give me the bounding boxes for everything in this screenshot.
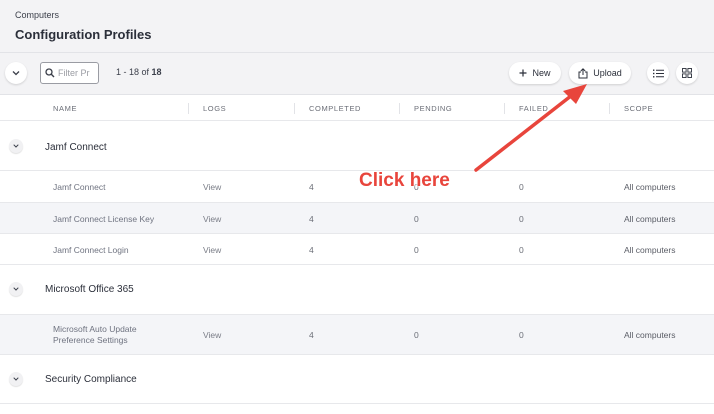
column-divider[interactable] (504, 103, 505, 114)
new-button-label: New (532, 68, 551, 78)
upload-button[interactable]: Upload (569, 62, 631, 84)
result-count: 1 - 18 of 18 (116, 67, 162, 77)
column-header-name[interactable]: NAME (53, 104, 77, 113)
completed-count[interactable]: 4 (309, 245, 314, 255)
view-logs-link[interactable]: View (203, 214, 221, 224)
completed-count[interactable]: 4 (309, 182, 314, 192)
failed-count[interactable]: 0 (519, 245, 524, 255)
toolbar: 1 - 18 of 18 New Upload (0, 53, 714, 95)
upload-button-label: Upload (593, 68, 622, 78)
chevron-down-icon (13, 377, 19, 381)
column-divider[interactable] (399, 103, 400, 114)
column-header-completed[interactable]: COMPLETED (309, 104, 361, 113)
view-logs-link[interactable]: View (203, 182, 221, 192)
group-name: Microsoft Office 365 (45, 284, 134, 295)
scope-value: All computers (624, 182, 676, 192)
count-range: 1 - 18 of (116, 67, 150, 77)
new-button[interactable]: New (509, 62, 561, 84)
group-collapse-toggle[interactable] (9, 372, 23, 386)
column-header-pending[interactable]: PENDING (414, 104, 452, 113)
view-logs-link[interactable]: View (203, 330, 221, 340)
list-view-button[interactable] (647, 62, 669, 84)
column-divider[interactable] (294, 103, 295, 114)
upload-icon (578, 67, 588, 78)
pending-count[interactable]: 0 (414, 214, 419, 224)
grid-icon (682, 68, 692, 78)
profile-name-line: Microsoft Auto Update (53, 324, 137, 334)
annotation-label: Click here (359, 170, 450, 191)
search-icon (45, 68, 55, 78)
group-row-microsoft-office-365: Microsoft Office 365 (0, 265, 714, 315)
failed-count[interactable]: 0 (519, 214, 524, 224)
group-collapse-toggle[interactable] (9, 282, 23, 296)
list-icon (652, 69, 664, 77)
column-header-logs[interactable]: LOGS (203, 104, 226, 113)
column-headers: NAME LOGS COMPLETED PENDING FAILED SCOPE (0, 95, 714, 121)
profiles-table: NAME LOGS COMPLETED PENDING FAILED SCOPE… (0, 95, 714, 414)
table-row[interactable]: Jamf Connect License Key View 4 0 0 All … (0, 203, 714, 234)
failed-count[interactable]: 0 (519, 330, 524, 340)
profile-name-link[interactable]: Microsoft Auto Update Preference Setting… (53, 324, 137, 346)
view-logs-link[interactable]: View (203, 245, 221, 255)
breadcrumb[interactable]: Computers (15, 10, 59, 20)
filter-input[interactable] (58, 68, 98, 78)
group-name: Jamf Connect (45, 142, 107, 153)
scope-value: All computers (624, 245, 676, 255)
column-header-failed[interactable]: FAILED (519, 104, 548, 113)
collapse-all-button[interactable] (5, 62, 27, 84)
column-divider[interactable] (609, 103, 610, 114)
completed-count[interactable]: 4 (309, 214, 314, 224)
group-row-security-compliance: Security Compliance (0, 355, 714, 404)
page-title: Configuration Profiles (15, 27, 152, 42)
column-divider[interactable] (188, 103, 189, 114)
profile-name-link[interactable]: Jamf Connect License Key (53, 214, 154, 224)
profile-name-line: Preference Settings (53, 335, 128, 345)
count-total: 18 (151, 67, 162, 77)
page-header: Computers Configuration Profiles (0, 0, 714, 53)
chevron-down-icon (13, 287, 19, 291)
filter-box[interactable] (40, 62, 99, 84)
completed-count[interactable]: 4 (309, 330, 314, 340)
scope-value: All computers (624, 214, 676, 224)
pending-count[interactable]: 0 (414, 330, 419, 340)
chevron-down-icon (13, 144, 19, 148)
group-name: Security Compliance (45, 374, 137, 385)
plus-icon (519, 69, 527, 77)
scope-value: All computers (624, 330, 676, 340)
table-row[interactable]: Jamf Connect Login View 4 0 0 All comput… (0, 234, 714, 265)
pending-count[interactable]: 0 (414, 245, 419, 255)
column-header-scope[interactable]: SCOPE (624, 104, 653, 113)
grid-view-button[interactable] (676, 62, 698, 84)
profile-name-link[interactable]: Jamf Connect (53, 182, 105, 192)
group-collapse-toggle[interactable] (9, 139, 23, 153)
table-row[interactable]: Microsoft Auto Update Preference Setting… (0, 315, 714, 355)
group-row-jamf-connect: Jamf Connect (0, 121, 714, 171)
chevron-down-icon (12, 71, 20, 76)
failed-count[interactable]: 0 (519, 182, 524, 192)
profile-name-link[interactable]: Jamf Connect Login (53, 245, 129, 255)
table-row[interactable]: Jamf Connect View 4 0 0 All computers (0, 171, 714, 203)
